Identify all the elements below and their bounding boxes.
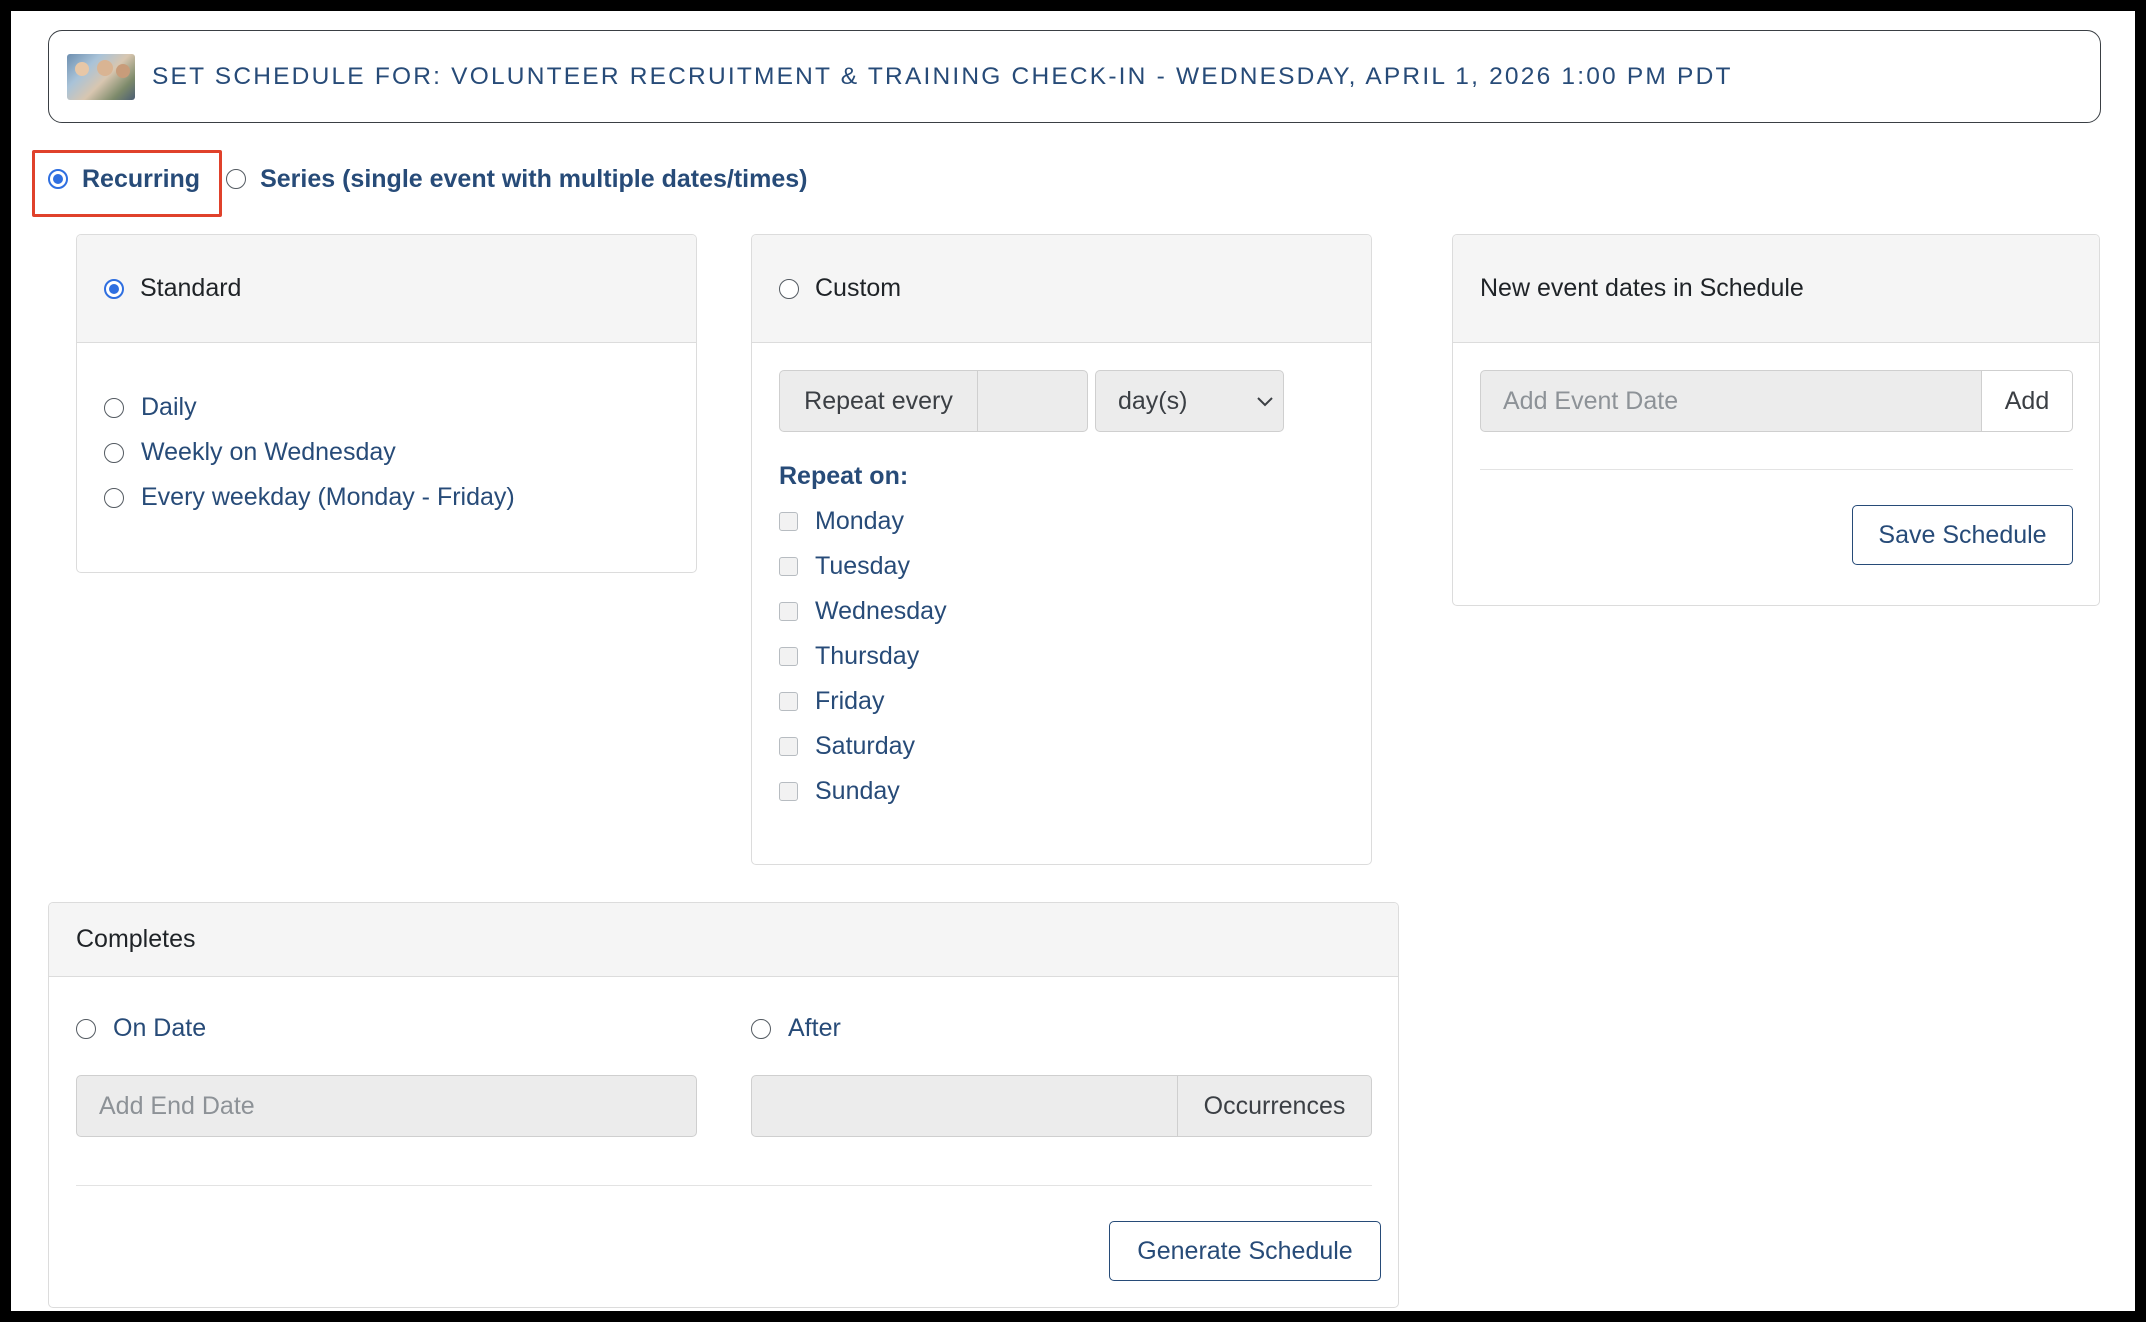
daily-label[interactable]: Daily (141, 393, 197, 422)
friday-label[interactable]: Friday (815, 687, 884, 716)
series-label[interactable]: Series (single event with multiple dates… (260, 165, 807, 194)
completes-panel: Completes On Date Add End Date After Occ… (48, 902, 1399, 1308)
standard-label[interactable]: Standard (140, 274, 241, 303)
recurring-radio[interactable] (48, 169, 68, 189)
saturday-label[interactable]: Saturday (815, 732, 915, 761)
custom-panel: Custom Repeat every day(s) Repeat on: Mo… (751, 234, 1372, 865)
weekday-radio[interactable] (104, 487, 124, 508)
option-on-date[interactable]: On Date (76, 1006, 206, 1051)
sunday-checkbox[interactable] (779, 782, 798, 801)
on-date-radio[interactable] (76, 1018, 96, 1039)
option-weekly[interactable]: Weekly on Wednesday (104, 430, 696, 475)
weekday-label[interactable]: Every weekday (Monday - Friday) (141, 483, 515, 512)
after-radio[interactable] (751, 1018, 771, 1039)
day-thursday[interactable]: Thursday (779, 634, 1371, 679)
custom-header: Custom (752, 235, 1371, 343)
thursday-checkbox[interactable] (779, 647, 798, 666)
standard-header: Standard (77, 235, 696, 343)
new-dates-header: New event dates in Schedule (1453, 235, 2099, 343)
day-saturday[interactable]: Saturday (779, 724, 1371, 769)
day-wednesday[interactable]: Wednesday (779, 589, 1371, 634)
occurrences-input[interactable] (751, 1075, 1178, 1137)
schedule-mode-group: Recurring Series (single event with mult… (48, 161, 833, 197)
repeat-unit-value: day(s) (1118, 386, 1188, 415)
weekly-label[interactable]: Weekly on Wednesday (141, 438, 396, 467)
monday-checkbox[interactable] (779, 512, 798, 531)
repeat-every-group: Repeat every day(s) (779, 370, 1371, 432)
schedule-page: SET SCHEDULE FOR: VOLUNTEER RECRUITMENT … (11, 11, 2135, 1311)
day-tuesday[interactable]: Tuesday (779, 544, 1371, 589)
recurring-label[interactable]: Recurring (82, 165, 200, 194)
event-date-input[interactable]: Add Event Date (1480, 370, 1982, 432)
day-sunday[interactable]: Sunday (779, 769, 1371, 814)
tuesday-checkbox[interactable] (779, 557, 798, 576)
repeat-every-input[interactable] (977, 370, 1088, 432)
save-schedule-button[interactable]: Save Schedule (1852, 505, 2073, 565)
wednesday-label[interactable]: Wednesday (815, 597, 947, 626)
on-date-label[interactable]: On Date (113, 1014, 206, 1043)
completes-divider (76, 1185, 1372, 1186)
thursday-label[interactable]: Thursday (815, 642, 919, 671)
series-radio[interactable] (226, 169, 247, 189)
sunday-label[interactable]: Sunday (815, 777, 900, 806)
wednesday-checkbox[interactable] (779, 602, 798, 621)
friday-checkbox[interactable] (779, 692, 798, 711)
option-weekday[interactable]: Every weekday (Monday - Friday) (104, 475, 696, 520)
page-title: SET SCHEDULE FOR: VOLUNTEER RECRUITMENT … (152, 62, 1733, 90)
option-daily[interactable]: Daily (104, 385, 696, 430)
chevron-down-icon (1257, 397, 1273, 407)
day-monday[interactable]: Monday (779, 499, 1371, 544)
standard-radio[interactable] (104, 278, 124, 299)
repeat-every-label: Repeat every (779, 370, 977, 432)
repeat-on-label: Repeat on: (779, 462, 909, 490)
daily-radio[interactable] (104, 397, 124, 418)
weekly-radio[interactable] (104, 442, 124, 463)
option-after[interactable]: After (751, 1006, 841, 1051)
event-thumbnail (67, 53, 135, 100)
event-title-bar: SET SCHEDULE FOR: VOLUNTEER RECRUITMENT … (48, 30, 2101, 123)
custom-radio[interactable] (779, 278, 799, 299)
after-label[interactable]: After (788, 1014, 841, 1043)
occurrences-label: Occurrences (1178, 1075, 1372, 1137)
new-dates-divider (1480, 469, 2073, 470)
occurrences-group: Occurrences (751, 1075, 1372, 1137)
standard-panel: Standard Daily Weekly on Wednesday Every… (76, 234, 697, 573)
generate-schedule-button[interactable]: Generate Schedule (1109, 1221, 1381, 1281)
add-date-button[interactable]: Add (1982, 370, 2073, 432)
new-dates-panel: New event dates in Schedule Add Event Da… (1452, 234, 2100, 606)
saturday-checkbox[interactable] (779, 737, 798, 756)
tuesday-label[interactable]: Tuesday (815, 552, 910, 581)
monday-label[interactable]: Monday (815, 507, 904, 536)
end-date-input[interactable]: Add End Date (76, 1075, 697, 1137)
custom-label[interactable]: Custom (815, 274, 901, 303)
repeat-unit-select[interactable]: day(s) (1095, 370, 1284, 432)
completes-header: Completes (49, 903, 1398, 977)
day-friday[interactable]: Friday (779, 679, 1371, 724)
add-date-group: Add Event Date Add (1480, 370, 2073, 432)
